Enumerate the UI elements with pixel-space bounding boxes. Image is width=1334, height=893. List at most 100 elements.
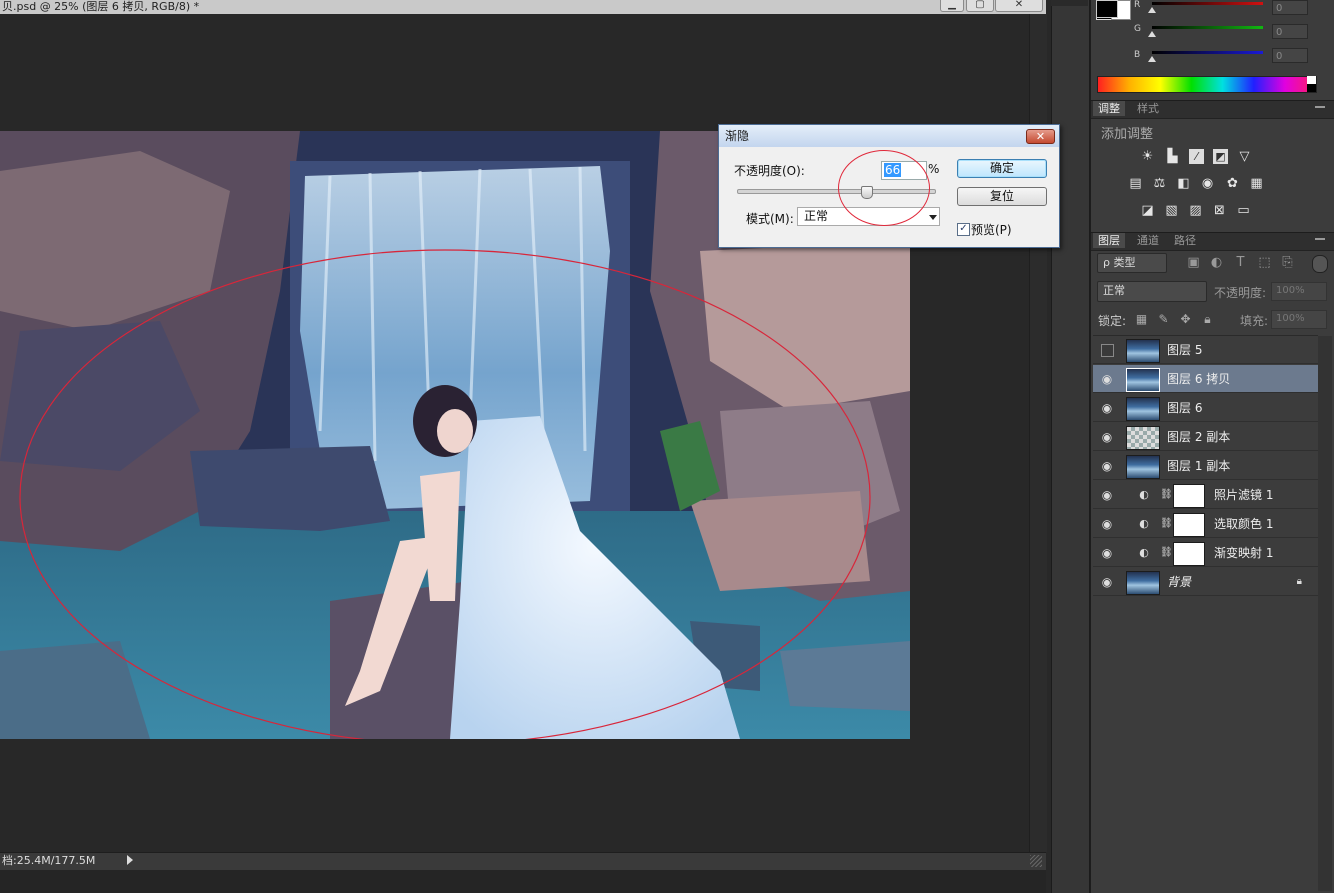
color-spectrum-ramp[interactable] [1097, 76, 1317, 93]
foreground-color-swatch-top[interactable] [1096, 0, 1118, 18]
layer-filter-kind-select[interactable]: ρ 类型 [1097, 253, 1167, 273]
layer-name[interactable]: 图层 6 [1167, 394, 1202, 422]
status-menu-arrow-icon[interactable] [127, 855, 133, 865]
reset-button[interactable]: 复位 [957, 187, 1047, 206]
layers-panel-menu-icon[interactable] [1315, 238, 1325, 248]
gradient-map-icon[interactable]: ▭ [1236, 203, 1251, 218]
filter-type-icon[interactable]: T [1233, 255, 1248, 270]
white-swatch[interactable] [1307, 76, 1316, 84]
green-channel-slider[interactable] [1152, 26, 1263, 29]
layer-mask-thumbnail[interactable] [1173, 484, 1205, 508]
hue-saturation-icon[interactable]: ▤ [1128, 176, 1143, 191]
green-value-field[interactable]: 0 [1272, 24, 1308, 39]
lock-transparent-icon[interactable]: ▦ [1134, 312, 1149, 327]
filter-toggle[interactable] [1312, 255, 1328, 273]
eye-icon[interactable]: ◉ [1100, 575, 1114, 589]
invert-icon[interactable]: ◪ [1140, 203, 1155, 218]
selective-color-icon[interactable]: ⊠ [1212, 203, 1227, 218]
minimize-button[interactable]: ▁ [940, 0, 964, 12]
layer-thumbnail [1126, 455, 1160, 479]
eye-icon[interactable]: ◉ [1100, 372, 1114, 386]
layer-name[interactable]: 图层 5 [1167, 336, 1202, 364]
blue-channel-slider[interactable] [1152, 51, 1263, 54]
layer-row[interactable]: ◉ ◐ ⛓ 选取颜色 1 [1093, 510, 1318, 538]
lock-pixels-icon[interactable]: ✎ [1156, 312, 1171, 327]
layer-name[interactable]: 背景 [1167, 568, 1191, 596]
tab-channels[interactable]: 通道 [1132, 233, 1164, 248]
layer-row[interactable]: 图层 5 [1093, 336, 1318, 364]
maximize-button[interactable]: ▢ [966, 0, 994, 12]
green-slider-thumb[interactable] [1148, 31, 1156, 37]
threshold-icon[interactable]: ▨ [1188, 203, 1203, 218]
layer-name[interactable]: 图层 1 副本 [1167, 452, 1230, 480]
tab-paths[interactable]: 路径 [1169, 233, 1201, 248]
fill-field[interactable]: 100% [1271, 310, 1327, 329]
vibrance-icon[interactable]: ▽ [1237, 149, 1252, 164]
layer-row[interactable]: ◉ 图层 2 副本 [1093, 423, 1318, 451]
mask-link-icon[interactable]: ⛓ [1160, 546, 1173, 560]
chevron-down-icon[interactable] [929, 215, 937, 220]
tab-layers[interactable]: 图层 [1093, 233, 1125, 248]
tab-adjustments[interactable]: 调整 [1093, 101, 1125, 116]
filter-adjustment-icon[interactable]: ◐ [1209, 255, 1224, 270]
ok-button[interactable]: 确定 [957, 159, 1047, 178]
red-channel-slider[interactable] [1152, 2, 1263, 5]
layer-row[interactable]: ◉ ◐ ⛓ 渐变映射 1 [1093, 539, 1318, 567]
layer-opacity-field[interactable]: 100% [1271, 282, 1327, 301]
lock-position-icon[interactable]: ✥ [1178, 312, 1193, 327]
red-value-field[interactable]: 0 [1272, 0, 1308, 15]
layer-row[interactable]: ◉ 图层 6 [1093, 394, 1318, 422]
layer-name[interactable]: 图层 6 拷贝 [1167, 365, 1230, 393]
layer-row[interactable]: ◉ ◐ ⛓ 照片滤镜 1 [1093, 481, 1318, 509]
color-balance-icon[interactable]: ⚖ [1152, 176, 1167, 191]
eye-icon[interactable]: ◉ [1100, 517, 1114, 531]
preview-label[interactable]: 预览(P) [971, 221, 1012, 238]
close-window-button[interactable]: ✕ [995, 0, 1043, 12]
eye-icon[interactable]: ◉ [1100, 488, 1114, 502]
layer-name[interactable]: 照片滤镜 1 [1214, 481, 1273, 509]
resize-grip-icon[interactable] [1030, 855, 1042, 867]
opacity-label: 不透明度(O): [734, 164, 805, 178]
tab-styles[interactable]: 样式 [1132, 101, 1164, 116]
layer-name[interactable]: 选取颜色 1 [1214, 510, 1273, 538]
black-white-icon[interactable]: ◧ [1176, 176, 1191, 191]
layers-scrollbar[interactable] [1318, 336, 1332, 891]
preview-checkbox[interactable]: ✓ [957, 223, 970, 236]
layer-row-selected[interactable]: ◉ 图层 6 拷贝 [1093, 365, 1318, 393]
layer-mask-thumbnail[interactable] [1173, 513, 1205, 537]
brightness-icon[interactable]: ☀ [1140, 149, 1155, 164]
dialog-titlebar[interactable] [719, 125, 1059, 147]
mask-link-icon[interactable]: ⛓ [1160, 517, 1173, 531]
filter-shape-icon[interactable]: ⬚ [1257, 255, 1272, 270]
black-swatch[interactable] [1307, 84, 1316, 92]
channel-mixer-icon[interactable]: ✿ [1225, 176, 1240, 191]
layer-name[interactable]: 渐变映射 1 [1214, 539, 1273, 567]
dialog-close-button[interactable]: ✕ [1026, 129, 1055, 144]
red-slider-thumb[interactable] [1148, 7, 1156, 13]
layer-mask-thumbnail[interactable] [1173, 542, 1205, 566]
eye-icon[interactable]: ◉ [1100, 401, 1114, 415]
lock-all-icon[interactable]: 🔒︎ [1200, 312, 1215, 327]
annotation-circle [838, 150, 930, 226]
exposure-icon[interactable]: ◩ [1213, 149, 1228, 164]
eye-icon[interactable]: ◉ [1100, 459, 1114, 473]
eye-icon[interactable]: ◉ [1100, 546, 1114, 560]
layer-name[interactable]: 图层 2 副本 [1167, 423, 1230, 451]
mask-link-icon[interactable]: ⛓ [1160, 488, 1173, 502]
blue-slider-thumb[interactable] [1148, 56, 1156, 62]
color-lookup-icon[interactable]: ▦ [1249, 176, 1264, 191]
layer-row[interactable]: ◉ 背景 🔒︎ [1093, 568, 1318, 596]
adjustments-panel-menu-icon[interactable] [1315, 106, 1325, 116]
blend-mode-select[interactable]: 正常 [1097, 281, 1207, 302]
eye-icon[interactable]: ◉ [1100, 430, 1114, 444]
filter-pixel-icon[interactable]: ▣ [1186, 255, 1201, 270]
filter-smart-object-icon[interactable]: ⎘ [1280, 255, 1295, 270]
posterize-icon[interactable]: ▧ [1164, 203, 1179, 218]
blue-value-field[interactable]: 0 [1272, 48, 1308, 63]
photo-filter-icon[interactable]: ◉ [1200, 176, 1215, 191]
levels-icon[interactable]: ▙ [1165, 149, 1180, 164]
document-title: 贝.psd @ 25% (图层 6 拷贝, RGB/8) * [2, 0, 200, 13]
visibility-toggle-off[interactable] [1101, 344, 1114, 357]
layer-row[interactable]: ◉ 图层 1 副本 [1093, 452, 1318, 480]
curves-icon[interactable]: ⁄ [1189, 149, 1204, 164]
